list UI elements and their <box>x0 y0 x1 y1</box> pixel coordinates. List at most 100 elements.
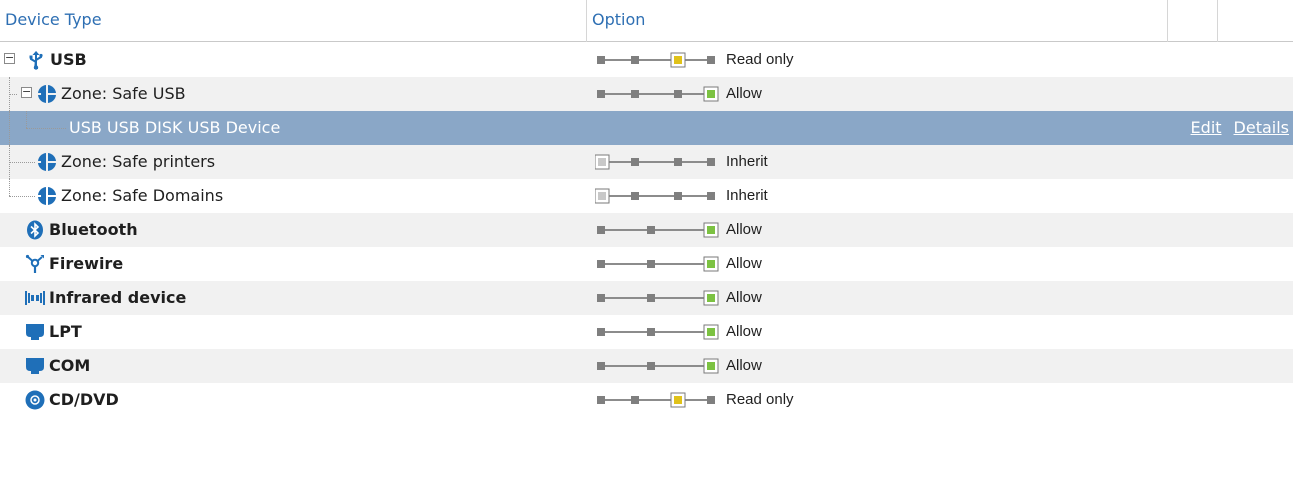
tree-row[interactable]: Infrared device Allow <box>0 281 1293 315</box>
option-column-header[interactable]: Option <box>587 0 1168 42</box>
slider-stop <box>631 90 639 98</box>
tree-connector <box>9 111 10 145</box>
slider-stop <box>707 158 715 166</box>
device-label: Firewire <box>49 254 124 273</box>
zone-icon <box>37 152 57 172</box>
tree-connector <box>26 111 27 128</box>
slider-stop <box>674 158 682 166</box>
permission-slider[interactable] <box>595 290 720 306</box>
device-type-cell: COM <box>0 349 585 383</box>
zone-icon <box>37 186 57 206</box>
device-label: Infrared device <box>49 288 187 307</box>
slider-stop <box>597 260 605 268</box>
firewire-icon <box>25 254 45 274</box>
device-label: CD/DVD <box>49 390 119 409</box>
slider-stop <box>707 396 715 404</box>
slider-stop <box>647 294 655 302</box>
device-label: LPT <box>49 322 82 341</box>
option-label: Allow <box>726 85 762 102</box>
device-type-cell: − Zone: Safe USB <box>0 77 585 111</box>
slider-stop <box>647 328 655 336</box>
infrared-icon <box>25 288 45 308</box>
permission-slider[interactable] <box>595 324 720 340</box>
slider-stop <box>647 260 655 268</box>
device-type-column-header[interactable]: Device Type <box>0 0 587 42</box>
tree-row[interactable]: − Zone: Safe USB Allow <box>0 77 1293 111</box>
tree-row[interactable]: Firewire Allow <box>0 247 1293 281</box>
device-type-cell: USB USB DISK USB Device <box>0 111 585 145</box>
bluetooth-icon <box>25 220 45 240</box>
slider-stop <box>631 158 639 166</box>
permission-slider[interactable] <box>595 86 720 102</box>
tree-row[interactable]: Bluetooth Allow <box>0 213 1293 247</box>
option-label: Read only <box>726 391 794 408</box>
permission-slider[interactable] <box>595 392 720 408</box>
slider-thumb-fill <box>674 396 682 404</box>
tree-row[interactable]: − USB Read only <box>0 43 1293 77</box>
tree-connector <box>9 94 17 95</box>
zone-icon <box>37 84 57 104</box>
tree-row[interactable]: COM Allow <box>0 349 1293 383</box>
device-label: Zone: Safe printers <box>61 152 216 171</box>
tree-row[interactable]: Zone: Safe printers Inherit <box>0 145 1293 179</box>
permission-slider[interactable] <box>595 154 720 170</box>
disc-icon <box>25 390 45 410</box>
device-label: USB <box>50 50 87 69</box>
option-label: Allow <box>726 323 762 340</box>
slider-thumb-fill <box>707 328 715 336</box>
extra-column-header-2[interactable] <box>1218 0 1293 42</box>
port-icon <box>25 356 45 376</box>
slider-thumb-fill <box>598 158 606 166</box>
device-label: COM <box>49 356 91 375</box>
option-cell <box>595 111 1095 145</box>
device-type-cell: LPT <box>0 315 585 349</box>
option-label: Inherit <box>726 153 768 170</box>
tree-connector <box>9 196 35 197</box>
tree-connector <box>26 128 66 129</box>
permission-slider[interactable] <box>595 256 720 272</box>
option-cell: Inherit <box>595 145 1095 179</box>
device-type-cell: CD/DVD <box>0 383 585 417</box>
slider-stop <box>707 192 715 200</box>
slider-stop <box>631 192 639 200</box>
option-cell: Allow <box>595 77 1095 111</box>
permission-slider[interactable] <box>595 188 720 204</box>
column-header: Device Type Option <box>0 0 1293 42</box>
tree-row[interactable]: LPT Allow <box>0 315 1293 349</box>
slider-thumb-fill <box>707 294 715 302</box>
slider-stop <box>674 192 682 200</box>
option-cell: Inherit <box>595 179 1095 213</box>
collapse-toggle-icon[interactable]: − <box>4 52 15 64</box>
option-cell: Read only <box>595 43 1095 77</box>
device-type-cell: − USB <box>0 43 585 77</box>
device-type-cell: Bluetooth <box>0 213 585 247</box>
permission-slider[interactable] <box>595 358 720 374</box>
permission-slider[interactable] <box>595 52 720 68</box>
option-label: Allow <box>726 221 762 238</box>
permission-slider[interactable] <box>595 222 720 238</box>
device-type-cell: Infrared device <box>0 281 585 315</box>
slider-stop <box>631 396 639 404</box>
details-link[interactable]: Details <box>1234 118 1289 137</box>
device-label: Zone: Safe Domains <box>61 186 224 205</box>
option-label: Read only <box>726 51 794 68</box>
slider-stop <box>597 362 605 370</box>
tree-row[interactable]: CD/DVD Read only <box>0 383 1293 417</box>
collapse-toggle-icon[interactable]: − <box>21 86 32 98</box>
extra-column-header-1[interactable] <box>1168 0 1218 42</box>
usb-icon <box>26 50 46 70</box>
slider-thumb-fill <box>707 362 715 370</box>
device-label: USB USB DISK USB Device <box>69 118 281 137</box>
device-label: Bluetooth <box>49 220 138 239</box>
option-label: Allow <box>726 255 762 272</box>
edit-link[interactable]: Edit <box>1191 118 1222 137</box>
device-label: Zone: Safe USB <box>61 84 186 103</box>
slider-thumb-fill <box>598 192 606 200</box>
port-icon <box>25 322 45 342</box>
tree-row-selected[interactable]: USB USB DISK USB Device Edit Details <box>0 111 1293 145</box>
slider-stop <box>597 328 605 336</box>
slider-thumb-fill <box>674 56 682 64</box>
tree-row[interactable]: Zone: Safe Domains Inherit <box>0 179 1293 213</box>
option-cell: Read only <box>595 383 1095 417</box>
slider-stop <box>647 362 655 370</box>
